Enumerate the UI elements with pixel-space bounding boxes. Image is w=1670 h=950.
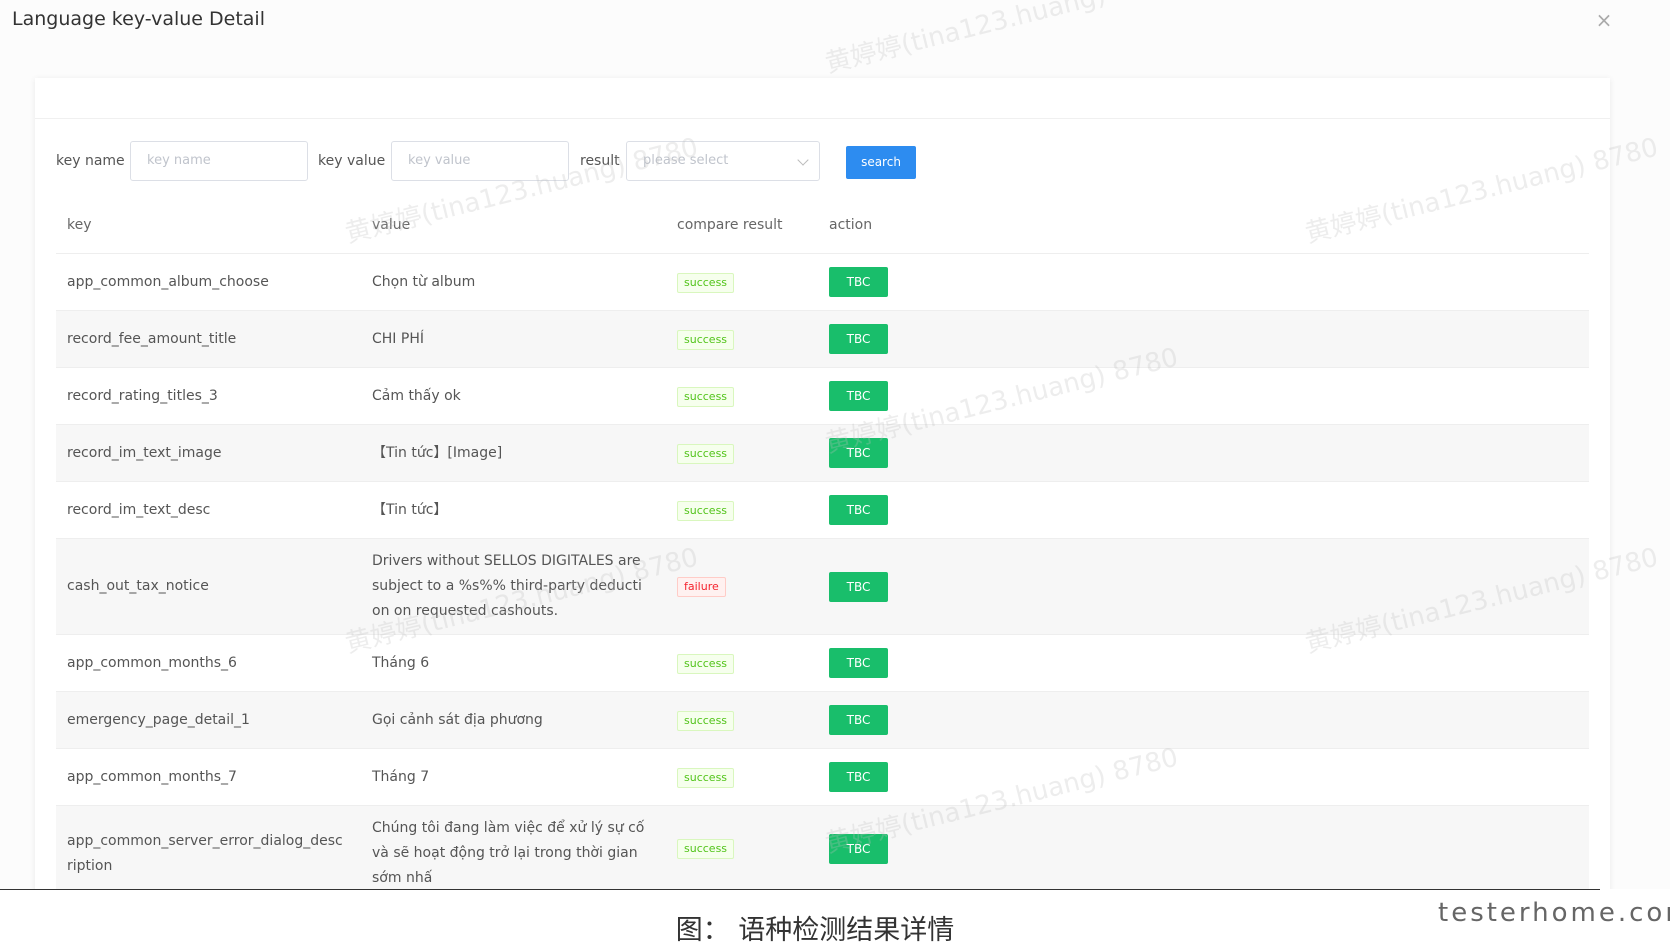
status-badge: success [677, 653, 735, 674]
key-cell: emergency_page_detail_1 [56, 691, 361, 749]
status-badge: success [677, 443, 735, 464]
status-badge: success [677, 386, 735, 407]
result-cell: success [666, 310, 818, 368]
action-cell: TBC [818, 748, 1589, 806]
key-cell: record_fee_amount_title [56, 310, 361, 368]
status-badge: failure [677, 577, 726, 597]
result-select-placeholder: please select [643, 153, 729, 168]
key-name-input[interactable]: key name [130, 141, 308, 181]
action-cell: TBC [818, 634, 1589, 692]
caption-divider [0, 889, 1600, 890]
tbc-button[interactable]: TBC [829, 762, 888, 792]
key-cell: record_im_text_desc [56, 481, 361, 539]
tbc-button[interactable]: TBC [829, 267, 888, 297]
figure-caption: 图： 语种检测结果详情 [675, 915, 955, 946]
tbc-button[interactable]: TBC [829, 438, 888, 468]
column-header-compare-result: compare result [666, 197, 818, 254]
key-cell: app_common_months_7 [56, 748, 361, 806]
result-cell: success [666, 691, 818, 749]
value-cell: Chọn từ album [361, 253, 666, 311]
tbc-button[interactable]: TBC [829, 833, 888, 864]
key-value-label: key value [318, 153, 386, 169]
table-row: record_fee_amount_title CHI PHÍ success … [56, 310, 1589, 368]
key-cell: app_common_server_error_dialog_descripti… [56, 805, 361, 889]
column-header-key: key [56, 197, 361, 254]
action-cell: TBC [818, 481, 1589, 539]
key-cell: record_im_text_image [56, 424, 361, 482]
table-header-row: key value compare result action [56, 197, 1589, 254]
result-cell: success [666, 634, 818, 692]
status-badge: success [677, 710, 735, 731]
tbc-button[interactable]: TBC [829, 648, 888, 678]
action-cell: TBC [818, 691, 1589, 749]
key-cell: record_rating_titles_3 [56, 367, 361, 425]
action-cell: TBC [818, 538, 1589, 635]
status-badge: success [677, 329, 735, 350]
result-cell: success [666, 748, 818, 806]
table-row: cash_out_tax_notice Drivers without SELL… [56, 538, 1589, 635]
brand-watermark: testerhome.com [1438, 898, 1670, 928]
result-select[interactable]: please select [626, 141, 820, 181]
result-cell: failure [666, 538, 818, 635]
table-row: app_common_album_choose Chọn từ album su… [56, 253, 1589, 311]
tbc-button[interactable]: TBC [829, 324, 888, 354]
key-name-label: key name [56, 153, 125, 169]
key-cell: cash_out_tax_notice [56, 538, 361, 635]
result-label: result [580, 153, 620, 169]
action-cell: TBC [818, 805, 1589, 889]
status-badge: success [677, 500, 735, 521]
result-cell: success [666, 805, 818, 889]
value-cell: CHI PHÍ [361, 310, 666, 368]
panel-header [35, 78, 1610, 119]
value-cell: Drivers without SELLOS DIGITALES are sub… [361, 538, 666, 635]
value-cell: Gọi cảnh sát địa phương [361, 691, 666, 749]
tbc-button[interactable]: TBC [829, 571, 888, 602]
result-cell: success [666, 424, 818, 482]
column-header-action: action [818, 197, 1589, 254]
value-cell: 【Tin tức】[Image] [361, 424, 666, 482]
action-cell: TBC [818, 253, 1589, 311]
result-cell: success [666, 481, 818, 539]
value-cell: Chúng tôi đang làm việc để xử lý sự cố v… [361, 805, 666, 889]
tbc-button[interactable]: TBC [829, 495, 888, 525]
key-value-input[interactable]: key value [391, 141, 569, 181]
table-row: app_common_months_6 Tháng 6 success TBC [56, 634, 1589, 692]
table-row: app_common_server_error_dialog_descripti… [56, 805, 1589, 889]
status-badge: success [677, 272, 735, 293]
result-cell: success [666, 367, 818, 425]
key-cell: app_common_album_choose [56, 253, 361, 311]
table-row: record_im_text_desc 【Tin tức】 success TB… [56, 481, 1589, 539]
key-cell: app_common_months_6 [56, 634, 361, 692]
tbc-button[interactable]: TBC [829, 705, 888, 735]
value-cell: Tháng 6 [361, 634, 666, 692]
status-badge: success [677, 767, 735, 788]
watermark: 黄婷婷(tina123.huang) 8780 [822, 0, 1182, 80]
search-button[interactable]: search [846, 146, 916, 179]
value-cell: 【Tin tức】 [361, 481, 666, 539]
column-header-value: value [361, 197, 666, 254]
language-detail-dialog: Language key-value Detail × key name key… [0, 0, 1670, 889]
chevron-down-icon [797, 154, 809, 166]
table-row: record_im_text_image 【Tin tức】[Image] su… [56, 424, 1589, 482]
action-cell: TBC [818, 367, 1589, 425]
value-cell: Cảm thấy ok [361, 367, 666, 425]
table-row: record_rating_titles_3 Cảm thấy ok succe… [56, 367, 1589, 425]
action-cell: TBC [818, 424, 1589, 482]
table-row: emergency_page_detail_1 Gọi cảnh sát địa… [56, 691, 1589, 749]
status-badge: success [677, 839, 735, 859]
table-row: app_common_months_7 Tháng 7 success TBC [56, 748, 1589, 806]
content-panel: key name key name key value key value re… [35, 78, 1610, 889]
close-icon[interactable]: × [1592, 8, 1616, 32]
action-cell: TBC [818, 310, 1589, 368]
tbc-button[interactable]: TBC [829, 381, 888, 411]
value-cell: Tháng 7 [361, 748, 666, 806]
key-value-table: key value compare result action app_comm… [56, 197, 1589, 889]
result-cell: success [666, 253, 818, 311]
dialog-title: Language key-value Detail [12, 8, 265, 30]
